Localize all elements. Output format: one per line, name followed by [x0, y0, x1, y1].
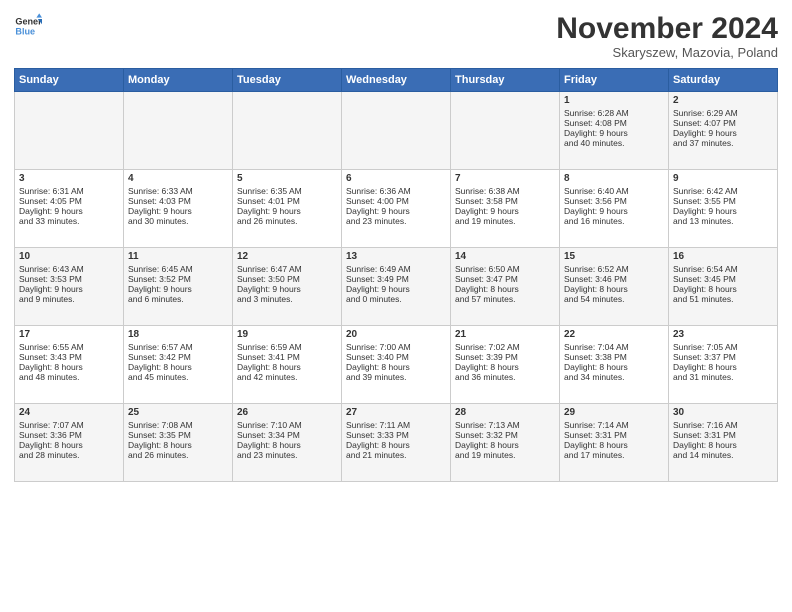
calendar-cell: 10Sunrise: 6:43 AMSunset: 3:53 PMDayligh…	[15, 248, 124, 326]
calendar-cell: 12Sunrise: 6:47 AMSunset: 3:50 PMDayligh…	[233, 248, 342, 326]
day-number: 4	[128, 173, 228, 184]
day-number: 8	[564, 173, 664, 184]
calendar-cell: 17Sunrise: 6:55 AMSunset: 3:43 PMDayligh…	[15, 326, 124, 404]
day-number: 7	[455, 173, 555, 184]
calendar-cell: 4Sunrise: 6:33 AMSunset: 4:03 PMDaylight…	[124, 170, 233, 248]
calendar-week-1: 1Sunrise: 6:28 AMSunset: 4:08 PMDaylight…	[15, 92, 778, 170]
calendar-cell	[15, 92, 124, 170]
title-block: November 2024 Skaryszew, Mazovia, Poland	[556, 12, 778, 60]
calendar-week-2: 3Sunrise: 6:31 AMSunset: 4:05 PMDaylight…	[15, 170, 778, 248]
calendar-cell: 8Sunrise: 6:40 AMSunset: 3:56 PMDaylight…	[560, 170, 669, 248]
header: General Blue November 2024 Skaryszew, Ma…	[14, 12, 778, 60]
day-number: 20	[346, 329, 446, 340]
day-number: 15	[564, 251, 664, 262]
day-number: 12	[237, 251, 337, 262]
logo-icon: General Blue	[14, 12, 42, 40]
calendar-cell	[233, 92, 342, 170]
calendar-cell: 16Sunrise: 6:54 AMSunset: 3:45 PMDayligh…	[669, 248, 778, 326]
calendar-cell: 25Sunrise: 7:08 AMSunset: 3:35 PMDayligh…	[124, 404, 233, 482]
svg-text:General: General	[15, 17, 42, 27]
calendar-cell	[451, 92, 560, 170]
day-number: 24	[19, 407, 119, 418]
calendar-cell	[124, 92, 233, 170]
header-wednesday: Wednesday	[342, 69, 451, 92]
calendar-week-4: 17Sunrise: 6:55 AMSunset: 3:43 PMDayligh…	[15, 326, 778, 404]
calendar-cell: 29Sunrise: 7:14 AMSunset: 3:31 PMDayligh…	[560, 404, 669, 482]
calendar-cell: 23Sunrise: 7:05 AMSunset: 3:37 PMDayligh…	[669, 326, 778, 404]
day-number: 13	[346, 251, 446, 262]
calendar-cell: 2Sunrise: 6:29 AMSunset: 4:07 PMDaylight…	[669, 92, 778, 170]
calendar-cell: 30Sunrise: 7:16 AMSunset: 3:31 PMDayligh…	[669, 404, 778, 482]
day-number: 25	[128, 407, 228, 418]
calendar-cell: 5Sunrise: 6:35 AMSunset: 4:01 PMDaylight…	[233, 170, 342, 248]
day-number: 10	[19, 251, 119, 262]
day-number: 19	[237, 329, 337, 340]
day-number: 9	[673, 173, 773, 184]
calendar-cell: 15Sunrise: 6:52 AMSunset: 3:46 PMDayligh…	[560, 248, 669, 326]
header-row: Sunday Monday Tuesday Wednesday Thursday…	[15, 69, 778, 92]
calendar-cell: 7Sunrise: 6:38 AMSunset: 3:58 PMDaylight…	[451, 170, 560, 248]
calendar-header: Sunday Monday Tuesday Wednesday Thursday…	[15, 69, 778, 92]
day-number: 5	[237, 173, 337, 184]
calendar-cell: 6Sunrise: 6:36 AMSunset: 4:00 PMDaylight…	[342, 170, 451, 248]
svg-text:Blue: Blue	[15, 26, 35, 36]
calendar-week-5: 24Sunrise: 7:07 AMSunset: 3:36 PMDayligh…	[15, 404, 778, 482]
calendar-cell: 14Sunrise: 6:50 AMSunset: 3:47 PMDayligh…	[451, 248, 560, 326]
calendar-body: 1Sunrise: 6:28 AMSunset: 4:08 PMDaylight…	[15, 92, 778, 482]
calendar-cell: 1Sunrise: 6:28 AMSunset: 4:08 PMDaylight…	[560, 92, 669, 170]
calendar-cell: 28Sunrise: 7:13 AMSunset: 3:32 PMDayligh…	[451, 404, 560, 482]
day-number: 27	[346, 407, 446, 418]
calendar-cell: 18Sunrise: 6:57 AMSunset: 3:42 PMDayligh…	[124, 326, 233, 404]
day-number: 23	[673, 329, 773, 340]
calendar-table: Sunday Monday Tuesday Wednesday Thursday…	[14, 68, 778, 482]
day-number: 3	[19, 173, 119, 184]
day-number: 16	[673, 251, 773, 262]
calendar-cell: 20Sunrise: 7:00 AMSunset: 3:40 PMDayligh…	[342, 326, 451, 404]
calendar-cell: 13Sunrise: 6:49 AMSunset: 3:49 PMDayligh…	[342, 248, 451, 326]
day-number: 6	[346, 173, 446, 184]
header-tuesday: Tuesday	[233, 69, 342, 92]
calendar-cell: 24Sunrise: 7:07 AMSunset: 3:36 PMDayligh…	[15, 404, 124, 482]
day-number: 28	[455, 407, 555, 418]
header-monday: Monday	[124, 69, 233, 92]
subtitle: Skaryszew, Mazovia, Poland	[556, 45, 778, 60]
day-number: 18	[128, 329, 228, 340]
header-friday: Friday	[560, 69, 669, 92]
calendar-cell	[342, 92, 451, 170]
day-number: 17	[19, 329, 119, 340]
main-title: November 2024	[556, 12, 778, 45]
day-number: 2	[673, 95, 773, 106]
header-thursday: Thursday	[451, 69, 560, 92]
header-sunday: Sunday	[15, 69, 124, 92]
calendar-cell: 19Sunrise: 6:59 AMSunset: 3:41 PMDayligh…	[233, 326, 342, 404]
calendar-cell: 22Sunrise: 7:04 AMSunset: 3:38 PMDayligh…	[560, 326, 669, 404]
calendar-week-3: 10Sunrise: 6:43 AMSunset: 3:53 PMDayligh…	[15, 248, 778, 326]
day-number: 22	[564, 329, 664, 340]
day-number: 26	[237, 407, 337, 418]
calendar-cell: 3Sunrise: 6:31 AMSunset: 4:05 PMDaylight…	[15, 170, 124, 248]
header-saturday: Saturday	[669, 69, 778, 92]
calendar-cell: 21Sunrise: 7:02 AMSunset: 3:39 PMDayligh…	[451, 326, 560, 404]
calendar-cell: 26Sunrise: 7:10 AMSunset: 3:34 PMDayligh…	[233, 404, 342, 482]
logo: General Blue	[14, 12, 42, 40]
calendar-cell: 27Sunrise: 7:11 AMSunset: 3:33 PMDayligh…	[342, 404, 451, 482]
day-number: 14	[455, 251, 555, 262]
day-number: 29	[564, 407, 664, 418]
page: General Blue November 2024 Skaryszew, Ma…	[0, 0, 792, 612]
day-number: 21	[455, 329, 555, 340]
day-number: 1	[564, 95, 664, 106]
calendar-cell: 9Sunrise: 6:42 AMSunset: 3:55 PMDaylight…	[669, 170, 778, 248]
day-number: 30	[673, 407, 773, 418]
calendar-cell: 11Sunrise: 6:45 AMSunset: 3:52 PMDayligh…	[124, 248, 233, 326]
day-number: 11	[128, 251, 228, 262]
